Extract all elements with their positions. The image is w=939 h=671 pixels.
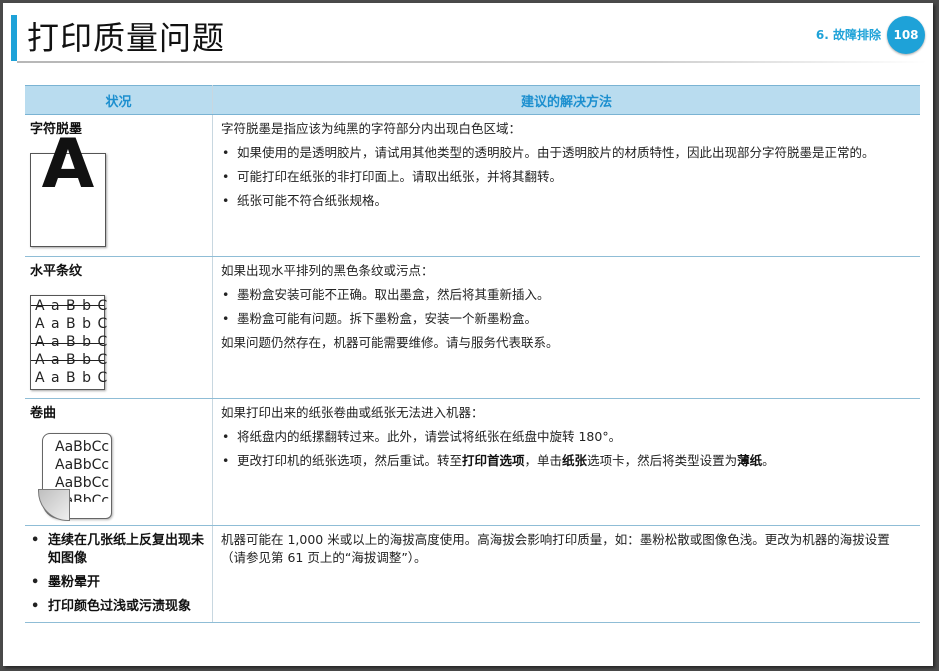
list-item: 连续在几张纸上反复出现未知图像 [30, 532, 206, 568]
title-accent-bar [11, 15, 17, 61]
column-header-condition: 状况 [25, 85, 213, 115]
page-curl-shape [38, 489, 70, 521]
solution-intro: 字符脱墨是指应该为纯黑的字符部分内出现白色区域： [221, 121, 522, 136]
condition-cell: 水平条纹 A a B b C A a B b C A a B b C A a B… [25, 256, 213, 399]
horizontal-stripes-illustration: A a B b C A a B b C A a B b C A a B b C … [30, 295, 107, 390]
list-item: 墨粉盒可能有问题。拆下墨粉盒，安装一个新墨粉盒。 [221, 310, 910, 328]
table-row: 水平条纹 A a B b C A a B b C A a B b C A a B… [25, 256, 920, 399]
solution-cell: 如果出现水平排列的黑色条纹或污点： 墨粉盒安装可能不正确。取出墨盒，然后将其重新… [212, 256, 920, 399]
solution-cell: 如果打印出来的纸张卷曲或纸张无法进入机器： 将纸盘内的纸摞翻转过来。此外，请尝试… [212, 398, 920, 526]
dropout-illustration: A [30, 125, 106, 247]
column-header-solution: 建议的解决方法 [212, 85, 920, 115]
list-item: 可能打印在纸张的非打印面上。请取出纸张，并将其翻转。 [221, 168, 910, 186]
curl-illustration: AaBbCc AaBbCc AaBbCc AaBbCc [38, 433, 112, 521]
list-item: 打印颜色过浅或污渍现象 [30, 598, 206, 616]
illustration-letter: A [41, 125, 95, 204]
paper-tab-label: 纸张 [562, 453, 588, 468]
solution-text: 机器可能在 1,000 米或以上的海拔高度使用。高海拔会影响打印质量，如：墨粉松… [221, 532, 890, 565]
page-number-badge: 108 [887, 16, 925, 54]
condition-cell: 连续在几张纸上反复出现未知图像 墨粉晕开 打印颜色过浅或污渍现象 [25, 525, 213, 623]
header-divider [17, 61, 927, 63]
table-header-row: 状况 建议的解决方法 [25, 85, 920, 115]
chapter-label[interactable]: 6. 故障排除 [816, 26, 881, 43]
list-item: 墨粉盒安装可能不正确。取出墨盒，然后将其重新插入。 [221, 286, 910, 304]
condition-label: 卷曲 [30, 406, 57, 421]
solution-cell: 机器可能在 1,000 米或以上的海拔高度使用。高海拔会影响打印质量，如：墨粉松… [212, 525, 920, 623]
page-title: 打印质量问题 [27, 19, 226, 57]
condition-cell: 卷曲 AaBbCc AaBbCc AaBbCc AaBbCc [25, 398, 213, 526]
solution-intro: 如果打印出来的纸张卷曲或纸张无法进入机器： [221, 405, 484, 420]
list-item: 墨粉晕开 [30, 574, 206, 592]
troubleshooting-table: 状况 建议的解决方法 字符脱墨 A 字符脱墨是指应该为纯黑的字符部分内出现白色区… [25, 85, 920, 623]
list-item: 纸张可能不符合纸张规格。 [221, 192, 910, 210]
printing-preferences-label: 打印首选项 [462, 453, 525, 468]
solution-cell: 字符脱墨是指应该为纯黑的字符部分内出现白色区域： 如果使用的是透明胶片，请试用其… [212, 114, 920, 257]
solution-intro: 如果出现水平排列的黑色条纹或污点： [221, 263, 434, 278]
list-item: 将纸盘内的纸摞翻转过来。此外，请尝试将纸张在纸盘中旋转 180°。 [221, 428, 910, 446]
list-item: 如果使用的是透明胶片，请试用其他类型的透明胶片。由于透明胶片的材质特性，因此出现… [221, 144, 910, 162]
solution-list: 墨粉盒安装可能不正确。取出墨盒，然后将其重新插入。 墨粉盒可能有问题。拆下墨粉盒… [221, 286, 910, 328]
list-item: 更改打印机的纸张选项，然后重试。转至打印首选项，单击纸张选项卡，然后将类型设置为… [221, 452, 910, 470]
condition-list: 连续在几张纸上反复出现未知图像 墨粉晕开 打印颜色过浅或污渍现象 [30, 532, 206, 616]
solution-outro: 如果问题仍然存在，机器可能需要维修。请与服务代表联系。 [221, 335, 559, 350]
table-row: 卷曲 AaBbCc AaBbCc AaBbCc AaBbCc 如果打印出来的纸张… [25, 398, 920, 526]
thin-paper-label: 薄纸 [737, 453, 763, 468]
table-row: 连续在几张纸上反复出现未知图像 墨粉晕开 打印颜色过浅或污渍现象 机器可能在 1… [25, 525, 920, 623]
condition-label: 水平条纹 [30, 264, 83, 279]
manual-page: 打印质量问题 6. 故障排除 108 状况 建议的解决方法 字符脱墨 A 字符脱… [3, 3, 933, 666]
solution-list: 如果使用的是透明胶片，请试用其他类型的透明胶片。由于透明胶片的材质特性，因此出现… [221, 144, 910, 210]
condition-cell: 字符脱墨 A [25, 114, 213, 257]
solution-list: 将纸盘内的纸摞翻转过来。此外，请尝试将纸张在纸盘中旋转 180°。 更改打印机的… [221, 428, 910, 470]
table-row: 字符脱墨 A 字符脱墨是指应该为纯黑的字符部分内出现白色区域： 如果使用的是透明… [25, 114, 920, 257]
